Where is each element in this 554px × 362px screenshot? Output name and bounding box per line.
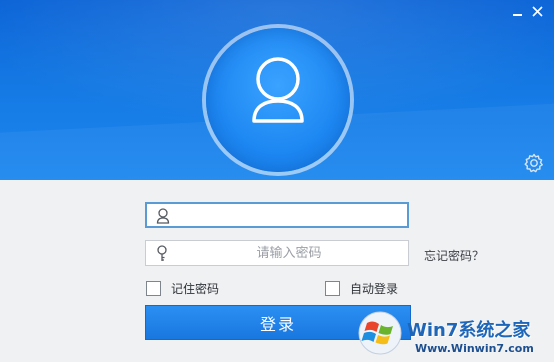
close-icon <box>532 6 543 17</box>
password-field[interactable] <box>145 240 409 266</box>
gear-icon <box>524 153 543 173</box>
remember-password-label: 记住密码 <box>171 281 220 296</box>
auto-login-label: 自动登录 <box>350 281 399 296</box>
watermark-url: Www.Winwin7.com <box>415 342 534 355</box>
close-button[interactable] <box>529 4 547 20</box>
minimize-button[interactable] <box>508 4 526 20</box>
remember-password-box[interactable] <box>146 280 161 296</box>
login-window: 忘记密码？ 记住密码 自动登录 登录 Win7系统之家 Www.Winwin7.… <box>0 0 554 362</box>
user-avatar-icon <box>252 57 304 123</box>
auto-login-checkbox[interactable]: 自动登录 <box>325 279 398 297</box>
login-header <box>0 0 554 180</box>
user-icon <box>156 208 170 224</box>
watermark-title: Win7系统之家 <box>407 320 531 341</box>
password-input[interactable] <box>176 241 402 265</box>
key-icon <box>157 245 167 261</box>
remember-password-checkbox[interactable]: 记住密码 <box>146 279 219 297</box>
watermark: Win7系统之家 Www.Winwin7.com <box>355 306 554 362</box>
avatar[interactable] <box>206 28 350 172</box>
auto-login-box[interactable] <box>325 280 340 296</box>
windows-logo <box>358 311 402 355</box>
username-input[interactable] <box>177 204 403 226</box>
forgot-password-link[interactable]: 忘记密码？ <box>424 247 484 264</box>
username-field[interactable] <box>145 202 409 228</box>
settings-button[interactable] <box>523 152 545 174</box>
minimize-icon <box>513 14 522 16</box>
